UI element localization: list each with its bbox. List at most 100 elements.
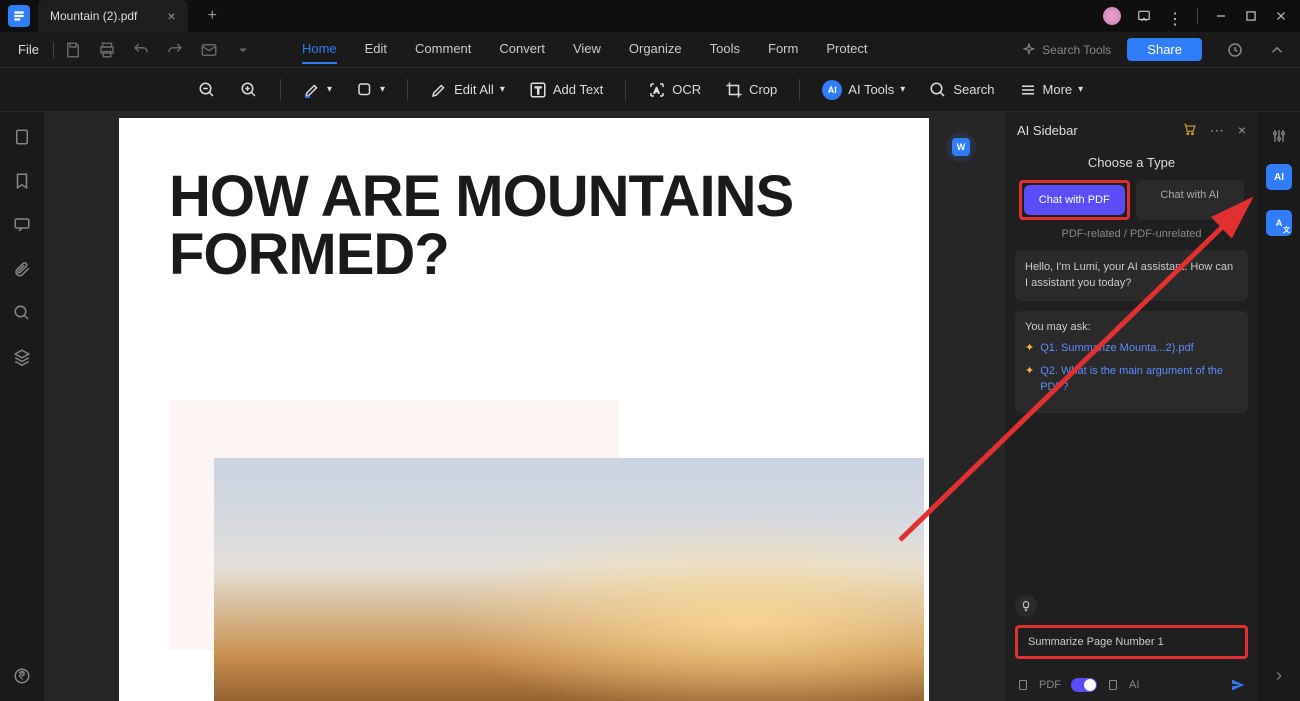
suggestions-box: You may ask: ✦ Q1. Summarize Mounta...2)… <box>1015 311 1248 413</box>
separator <box>625 79 626 101</box>
ocr-button[interactable]: A OCR <box>640 77 709 103</box>
tab-protect[interactable]: Protect <box>826 35 867 64</box>
more-button[interactable]: More ▾ <box>1011 77 1092 103</box>
svg-text:A: A <box>654 86 659 95</box>
ai-footer: PDF AI <box>1005 669 1258 701</box>
right-rail: AI A文 <box>1258 112 1300 701</box>
chevron-left-icon[interactable] <box>14 669 28 683</box>
divider <box>53 42 54 58</box>
menubar: File Home Edit Comment Convert View Orga… <box>0 32 1300 68</box>
settings-icon[interactable] <box>1271 128 1287 144</box>
ai-sidebar: AI Sidebar ⋯ × Choose a Type Chat with P… <box>1004 112 1258 701</box>
document-viewport[interactable]: HOW ARE MOUNTAINS FORMED? W <box>44 112 1004 701</box>
mountain-image <box>214 458 924 701</box>
comment-icon[interactable] <box>13 216 31 234</box>
chevron-right-icon[interactable] <box>1272 669 1286 683</box>
share-button[interactable]: Share <box>1127 38 1202 61</box>
tab-home[interactable]: Home <box>302 35 337 64</box>
tab-organize[interactable]: Organize <box>629 35 682 64</box>
thumbnail-icon[interactable] <box>13 128 31 146</box>
add-tab-button[interactable]: + <box>208 7 217 25</box>
chat-mode-toggle: Chat with PDF Chat with AI <box>1005 180 1258 220</box>
shape-button[interactable]: ▾ <box>348 77 393 103</box>
send-icon[interactable] <box>1230 677 1246 693</box>
separator <box>280 79 281 101</box>
pdf-page: HOW ARE MOUNTAINS FORMED? <box>119 118 929 701</box>
pdf-icon <box>1017 679 1029 691</box>
mail-icon[interactable] <box>200 41 218 59</box>
bookmark-icon[interactable] <box>13 172 31 190</box>
titlebar-right: ⋮ <box>1103 7 1300 25</box>
tab-tools[interactable]: Tools <box>710 35 740 64</box>
ai-tools-button[interactable]: AI AI Tools ▾ <box>814 76 913 104</box>
left-rail <box>0 112 44 701</box>
layers-icon[interactable] <box>13 348 31 366</box>
separator <box>407 79 408 101</box>
foot-pdf-label: PDF <box>1039 679 1061 691</box>
document-tab[interactable]: Mountain (2).pdf × <box>38 0 188 32</box>
choose-type-label: Choose a Type <box>1005 155 1258 170</box>
search-rail-icon[interactable] <box>13 304 31 322</box>
minimize-icon[interactable] <box>1214 9 1228 23</box>
close-window-icon[interactable] <box>1274 9 1288 23</box>
edit-all-button[interactable]: Edit All ▾ <box>422 77 513 103</box>
chat-with-pdf-option[interactable]: Chat with PDF <box>1024 185 1125 215</box>
suggestion-q1-text: Q1. Summarize Mounta...2).pdf <box>1040 341 1193 356</box>
tab-title: Mountain (2).pdf <box>50 9 137 23</box>
suggestion-q1[interactable]: ✦ Q1. Summarize Mounta...2).pdf <box>1025 341 1238 356</box>
ai-greeting-message: Hello, I'm Lumi, your AI assistant. How … <box>1015 250 1248 301</box>
kebab-menu-icon[interactable]: ⋮ <box>1167 9 1181 23</box>
dropdown-icon[interactable] <box>234 41 252 59</box>
highlight-button[interactable]: ▾ <box>295 77 340 103</box>
close-tab-icon[interactable]: × <box>167 8 175 24</box>
translate-button[interactable]: A文 <box>1266 210 1292 236</box>
ai-tools-label: AI Tools <box>848 82 894 97</box>
suggestion-q2[interactable]: ✦ Q2. What is the main argument of the P… <box>1025 364 1238 395</box>
print-icon[interactable] <box>98 41 116 59</box>
attachment-icon[interactable] <box>13 260 31 278</box>
sync-icon[interactable] <box>1226 41 1244 59</box>
ai-sidebar-title: AI Sidebar <box>1017 123 1078 138</box>
sparkle-icon: ✦ <box>1025 341 1034 356</box>
search-tools[interactable]: Search Tools <box>1022 43 1111 57</box>
tab-form[interactable]: Form <box>768 35 798 64</box>
close-sidebar-icon[interactable]: × <box>1238 122 1246 139</box>
tab-comment[interactable]: Comment <box>415 35 471 64</box>
word-icon: W <box>952 138 970 156</box>
user-avatar[interactable] <box>1103 7 1121 25</box>
ai-badge-icon: AI <box>822 80 842 100</box>
chat-with-ai-option[interactable]: Chat with AI <box>1136 180 1245 220</box>
export-word-badge[interactable]: W <box>946 132 976 162</box>
sparkle-icon: ✦ <box>1025 364 1034 395</box>
crop-button[interactable]: Crop <box>717 77 785 103</box>
tab-convert[interactable]: Convert <box>499 35 545 64</box>
search-button[interactable]: Search <box>921 77 1002 103</box>
more-options-icon[interactable]: ⋯ <box>1210 122 1224 139</box>
crop-label: Crop <box>749 82 777 97</box>
separator <box>799 79 800 101</box>
undo-icon[interactable] <box>132 41 150 59</box>
idea-button[interactable] <box>1015 595 1037 617</box>
ai-panel-button[interactable]: AI <box>1266 164 1292 190</box>
tab-view[interactable]: View <box>573 35 601 64</box>
file-menu[interactable]: File <box>8 38 49 61</box>
add-text-button[interactable]: T Add Text <box>521 77 611 103</box>
save-icon[interactable] <box>64 41 82 59</box>
ai-foot-icon <box>1107 679 1119 691</box>
search-tools-label: Search Tools <box>1042 43 1111 57</box>
maximize-icon[interactable] <box>1244 9 1258 23</box>
search-label: Search <box>953 82 994 97</box>
pdf-related-label: PDF-related / PDF-unrelated <box>1005 228 1258 240</box>
tab-edit[interactable]: Edit <box>365 35 387 64</box>
suggestion-q2-text: Q2. What is the main argument of the PDF… <box>1040 364 1238 395</box>
zoom-out-button[interactable] <box>190 77 224 103</box>
pdf-toggle[interactable] <box>1071 678 1097 692</box>
redo-icon[interactable] <box>166 41 184 59</box>
chat-icon[interactable] <box>1137 9 1151 23</box>
ai-sidebar-header: AI Sidebar ⋯ × <box>1005 112 1258 149</box>
zoom-in-button[interactable] <box>232 77 266 103</box>
menu-tabs: Home Edit Comment Convert View Organize … <box>302 35 868 64</box>
collapse-icon[interactable] <box>1268 41 1286 59</box>
cart-icon[interactable] <box>1182 122 1196 136</box>
ai-chat-input[interactable] <box>1015 625 1248 659</box>
